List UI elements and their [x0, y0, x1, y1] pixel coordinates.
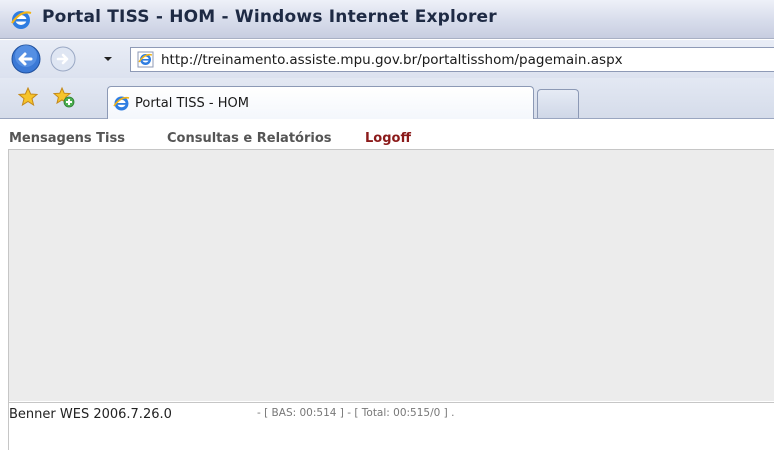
footer-version: Benner WES 2006.7.26.0 — [9, 407, 172, 422]
ie-page-icon — [137, 51, 154, 68]
url-text[interactable]: http://treinamento.assiste.mpu.gov.br/po… — [161, 52, 623, 68]
navigation-bar: http://treinamento.assiste.mpu.gov.br/po… — [0, 40, 774, 78]
menu-item-logoff[interactable]: Logoff — [365, 131, 411, 146]
add-favorite-icon[interactable] — [53, 86, 75, 108]
window-title-bar: Portal TISS - HOM - Windows Internet Exp… — [0, 0, 774, 39]
content-area — [8, 149, 774, 401]
menu-item-consultas-relatorios[interactable]: Consultas e Relatórios — [167, 131, 332, 146]
chevron-down-icon[interactable] — [103, 55, 113, 63]
footer-stats: - [ BAS: 00:514 ] - [ Total: 00:515/0 ] … — [257, 407, 455, 419]
tab-label: Portal TISS - HOM — [135, 96, 249, 111]
tab-portal-tiss[interactable]: Portal TISS - HOM — [107, 86, 534, 119]
address-bar[interactable]: http://treinamento.assiste.mpu.gov.br/po… — [130, 47, 774, 72]
footer-divider — [8, 402, 774, 403]
new-tab-button[interactable] — [537, 89, 579, 118]
left-divider — [8, 149, 9, 450]
ie-logo-icon — [113, 96, 130, 111]
window-title: Portal TISS - HOM - Windows Internet Exp… — [42, 7, 497, 27]
ie-logo-icon — [11, 11, 32, 29]
menu-item-mensagens-tiss[interactable]: Mensagens Tiss — [9, 131, 125, 146]
tab-bar: Portal TISS - HOM — [0, 78, 774, 119]
back-arrow-icon[interactable] — [11, 44, 41, 74]
page-content: Mensagens Tiss Consultas e Relatórios Lo… — [0, 120, 774, 450]
forward-arrow-icon[interactable] — [50, 46, 76, 72]
main-menu: Mensagens Tiss Consultas e Relatórios Lo… — [0, 120, 774, 152]
star-icon[interactable] — [18, 87, 38, 107]
